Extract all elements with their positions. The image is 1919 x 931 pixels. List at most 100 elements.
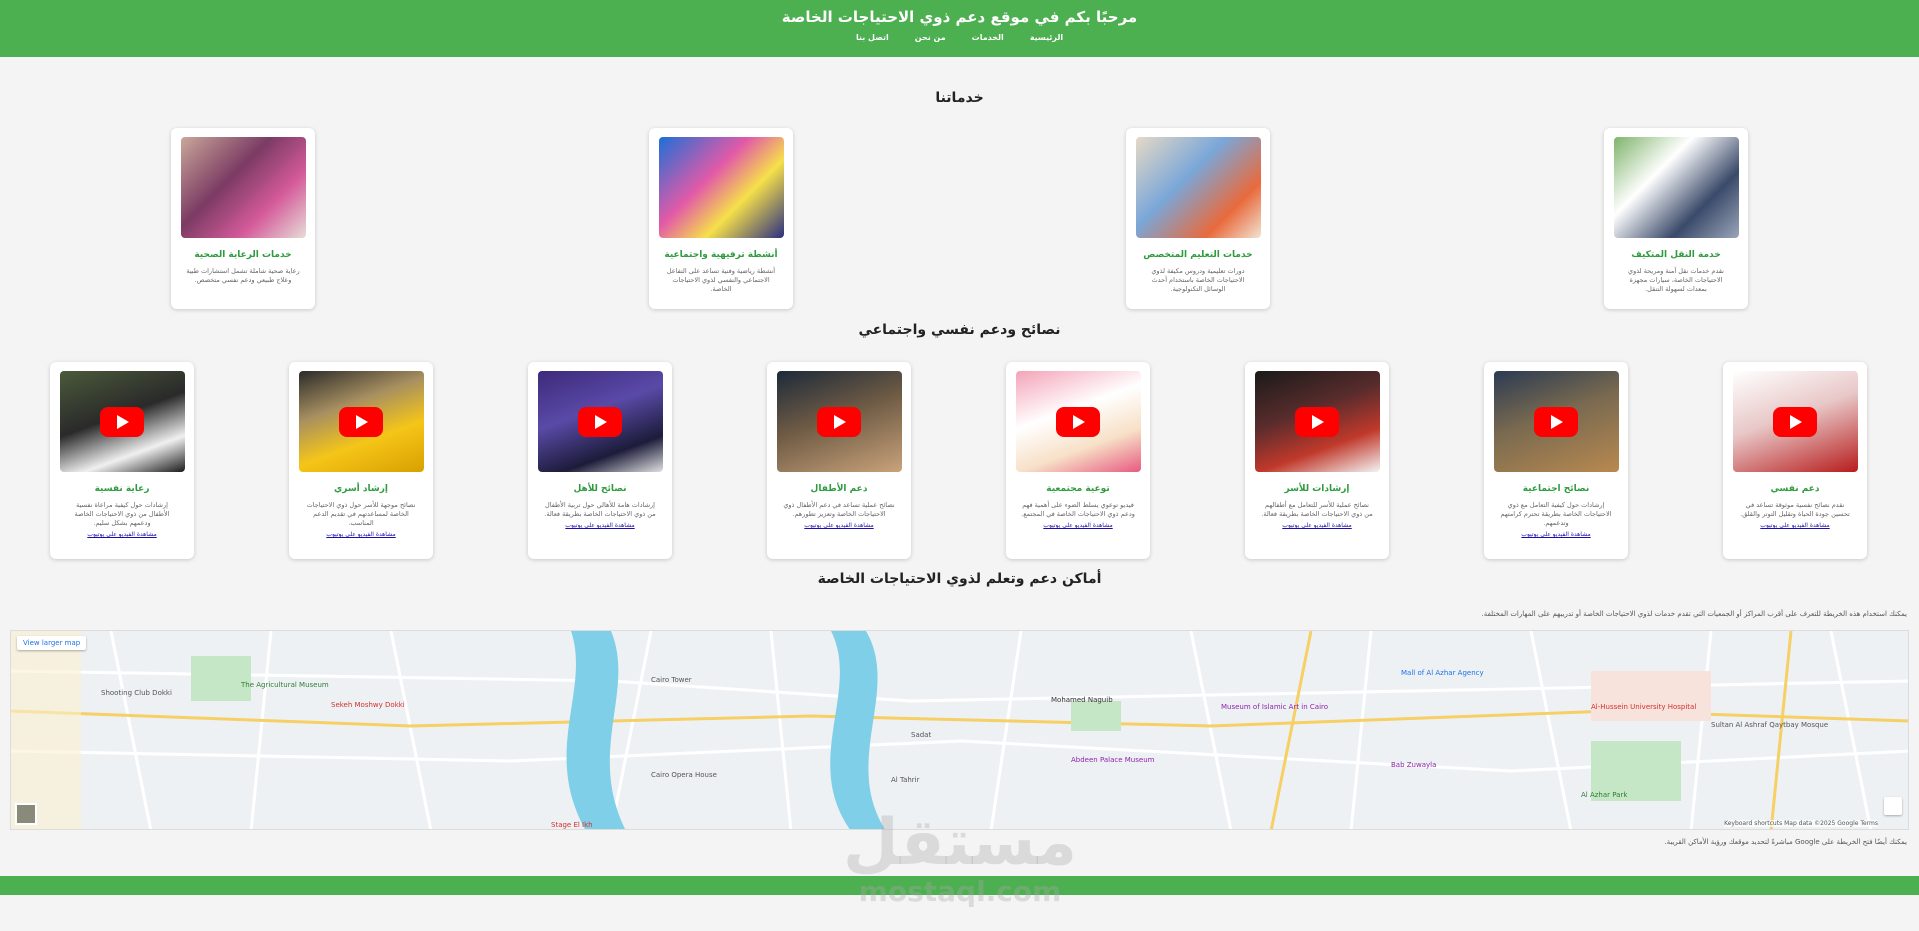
watch-youtube-link[interactable]: مشاهدة الفيديو على يوتيوب xyxy=(1493,531,1619,538)
video-title: توعية مجتمعية xyxy=(1046,484,1110,494)
nav-about[interactable]: من نحن xyxy=(915,33,946,42)
map-label: Abdeen Palace Museum xyxy=(1071,756,1155,764)
tips-heading: نصائح ودعم نفسي واجتماعي xyxy=(858,322,1061,338)
service-card: خدمات التعليم المتخصص دورات تعليمية ودرو… xyxy=(1126,128,1270,309)
map-bottom-note: يمكنك أيضًا فتح الخريطة على Google مباشر… xyxy=(1664,838,1907,846)
video-desc: نصائح موجهة للأسر حول ذوي الاحتياجات الخ… xyxy=(306,501,416,527)
service-desc: دورات تعليمية ودروس مكيفة لذوي الاحتياجا… xyxy=(1151,267,1245,293)
service-desc: رعاية صحية شاملة تشمل استشارات طبية وعلا… xyxy=(186,267,300,284)
video-desc: نصائح عملية للأسر للتعامل مع أطفالهم من … xyxy=(1261,501,1373,518)
video-desc: إرشادات حول كيفية التعامل مع ذوي الاحتيا… xyxy=(1500,501,1612,527)
video-card: إرشادات للأسر نصائح عملية للأسر للتعامل … xyxy=(1245,362,1389,559)
watch-youtube-link[interactable]: مشاهدة الفيديو على يوتيوب xyxy=(1254,522,1380,529)
video-title: دعم الأطفال xyxy=(810,484,868,494)
video-card: دعم الأطفال نصائح عملية تساعد في دعم الأ… xyxy=(767,362,911,559)
map-attribution: Keyboard shortcuts Map data ©2025 Google… xyxy=(1724,820,1878,827)
video-desc: إرشادات هامة للأهالي حول تربية الأطفال م… xyxy=(544,501,656,518)
service-title: خدمة النقل المتكيف xyxy=(1631,250,1721,260)
video-title: إرشاد أسري xyxy=(333,484,389,494)
service-image xyxy=(1613,137,1739,238)
main-nav: الرئيسية الخدمات من نحن اتصل بنا xyxy=(0,33,1919,42)
services-heading: خدماتنا xyxy=(935,90,984,106)
video-thumbnail[interactable] xyxy=(59,371,185,472)
map-intro: يمكنك استخدام هذه الخريطة للتعرف على أقر… xyxy=(1481,610,1908,618)
map-label: Al Tahrir xyxy=(891,776,920,784)
map-label: The Agricultural Museum xyxy=(241,681,329,689)
youtube-play-icon[interactable] xyxy=(817,406,861,437)
youtube-play-icon[interactable] xyxy=(1773,406,1817,437)
view-larger-map-button[interactable]: View larger map xyxy=(17,636,87,650)
youtube-play-icon[interactable] xyxy=(1534,406,1578,437)
video-title: إرشادات للأسر xyxy=(1284,484,1350,494)
map-label: Shooting Club Dokki xyxy=(101,689,172,697)
video-card: دعم نفسي نقدم نصائح نفسية موثوقة تساعد ف… xyxy=(1723,362,1867,559)
service-card: خدمات الرعاية الصحية رعاية صحية شاملة تش… xyxy=(171,128,315,309)
map-label: Mall of Al Azhar Agency xyxy=(1401,669,1484,677)
video-title: نصائح اجتماعية xyxy=(1522,484,1590,494)
watermark-logo: مستقل xyxy=(842,806,1078,880)
video-desc: نقدم نصائح نفسية موثوقة تساعد في تحسين ج… xyxy=(1740,501,1850,518)
map-label: Stage El Ikh xyxy=(551,821,593,829)
video-thumbnail[interactable] xyxy=(298,371,424,472)
map-layers-icon[interactable] xyxy=(15,803,37,825)
video-thumbnail[interactable] xyxy=(1254,371,1380,472)
map-label: Cairo Opera House xyxy=(651,771,717,779)
video-desc: فيديو توعوي يسلط الضوء على أهمية فهم ودع… xyxy=(1021,501,1135,518)
video-card: نصائح اجتماعية إرشادات حول كيفية التعامل… xyxy=(1484,362,1628,559)
video-desc: نصائح عملية تساعد في دعم الأطفال ذوي الا… xyxy=(783,501,895,518)
map-label: Museum of Islamic Art in Cairo xyxy=(1221,703,1329,711)
fullscreen-icon[interactable] xyxy=(1884,797,1902,815)
map-label: Sadat xyxy=(911,731,932,739)
video-card: نصائح للأهل إرشادات هامة للأهالي حول ترب… xyxy=(528,362,672,559)
google-map[interactable]: View larger map The Agricultural Museum … xyxy=(10,630,1909,830)
service-title: خدمات التعليم المتخصص xyxy=(1143,250,1253,260)
map-label: Cairo Tower xyxy=(651,676,692,684)
service-image xyxy=(658,137,784,238)
watch-youtube-link[interactable]: مشاهدة الفيديو على يوتيوب xyxy=(537,522,663,529)
service-desc: نقدم خدمات نقل آمنة ومريحة لذوي الاحتياج… xyxy=(1628,267,1724,293)
watch-youtube-link[interactable]: مشاهدة الفيديو على يوتيوب xyxy=(1732,522,1858,529)
video-title: دعم نفسي xyxy=(1770,484,1820,494)
map-label: Al-Hussein University Hospital xyxy=(1591,703,1697,711)
service-desc: أنشطة رياضية وفنية تساعد على التفاعل الا… xyxy=(666,267,776,293)
youtube-play-icon[interactable] xyxy=(1295,406,1339,437)
places-heading: أماكن دعم وتعلم لذوي الاحتياجات الخاصة xyxy=(817,571,1102,587)
service-title: أنشطة ترفيهية واجتماعية xyxy=(664,250,778,260)
video-thumbnail[interactable] xyxy=(537,371,663,472)
video-thumbnail[interactable] xyxy=(1015,371,1141,472)
video-thumbnail[interactable] xyxy=(1493,371,1619,472)
map-label: Al Azhar Park xyxy=(1581,791,1628,799)
map-label: Sekeh Moshwy Dokki xyxy=(331,701,405,709)
youtube-play-icon[interactable] xyxy=(1056,406,1100,437)
video-card: رعاية نفسية إرشادات حول كيفية مراعاة نفس… xyxy=(50,362,194,559)
youtube-play-icon[interactable] xyxy=(100,406,144,437)
service-title: خدمات الرعاية الصحية xyxy=(194,250,292,260)
site-header: مرحبًا بكم في موقع دعم ذوي الاحتياجات ال… xyxy=(0,0,1919,57)
nav-home[interactable]: الرئيسية xyxy=(1030,33,1063,42)
video-thumbnail[interactable] xyxy=(776,371,902,472)
site-title: مرحبًا بكم في موقع دعم ذوي الاحتياجات ال… xyxy=(781,8,1138,26)
map-canvas xyxy=(11,631,1908,829)
watch-youtube-link[interactable]: مشاهدة الفيديو على يوتيوب xyxy=(1015,522,1141,529)
video-desc: إرشادات حول كيفية مراعاة نفسية الأطفال م… xyxy=(74,501,170,527)
youtube-play-icon[interactable] xyxy=(339,406,383,437)
video-card: إرشاد أسري نصائح موجهة للأسر حول ذوي الا… xyxy=(289,362,433,559)
youtube-play-icon[interactable] xyxy=(578,406,622,437)
nav-contact[interactable]: اتصل بنا xyxy=(856,33,889,42)
map-label: Mohamed Naguib xyxy=(1051,696,1113,704)
map-label: Bab Zuwayla xyxy=(1391,761,1437,769)
watch-youtube-link[interactable]: مشاهدة الفيديو على يوتيوب xyxy=(59,531,185,538)
service-image xyxy=(1135,137,1261,238)
nav-services[interactable]: الخدمات xyxy=(972,33,1004,42)
video-title: نصائح للأهل xyxy=(573,484,627,494)
video-title: رعاية نفسية xyxy=(94,484,150,494)
service-image xyxy=(180,137,306,238)
video-card: توعية مجتمعية فيديو توعوي يسلط الضوء على… xyxy=(1006,362,1150,559)
video-thumbnail[interactable] xyxy=(1732,371,1858,472)
watch-youtube-link[interactable]: مشاهدة الفيديو على يوتيوب xyxy=(298,531,424,538)
service-card: خدمة النقل المتكيف نقدم خدمات نقل آمنة و… xyxy=(1604,128,1748,309)
watch-youtube-link[interactable]: مشاهدة الفيديو على يوتيوب xyxy=(776,522,902,529)
service-card: أنشطة ترفيهية واجتماعية أنشطة رياضية وفن… xyxy=(649,128,793,309)
watermark-text: mostaql.com xyxy=(858,875,1062,908)
map-label: Sultan Al Ashraf Qaytbay Mosque xyxy=(1711,721,1829,729)
